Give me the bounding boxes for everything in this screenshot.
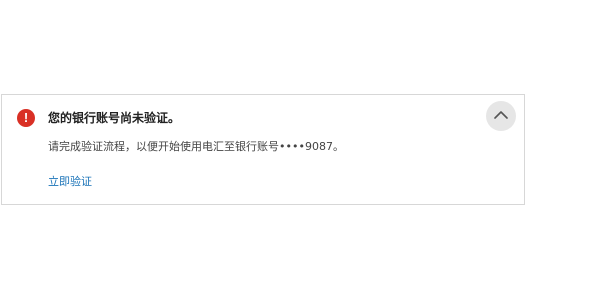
- collapse-alert-button[interactable]: [486, 101, 516, 131]
- page: ! 您的银行账号尚未验证。 请完成验证流程，以便开始使用电汇至银行账号••••9…: [0, 0, 600, 300]
- bank-verification-alert: ! 您的银行账号尚未验证。 请完成验证流程，以便开始使用电汇至银行账号••••9…: [1, 94, 525, 205]
- chevron-up-icon: [494, 111, 508, 119]
- verify-now-link[interactable]: 立即验证: [48, 174, 92, 190]
- alert-message: 请完成验证流程，以便开始使用电汇至银行账号••••9087。: [48, 140, 344, 153]
- alert-title: 您的银行账号尚未验证。: [48, 111, 181, 125]
- error-exclamation-icon: !: [17, 109, 35, 127]
